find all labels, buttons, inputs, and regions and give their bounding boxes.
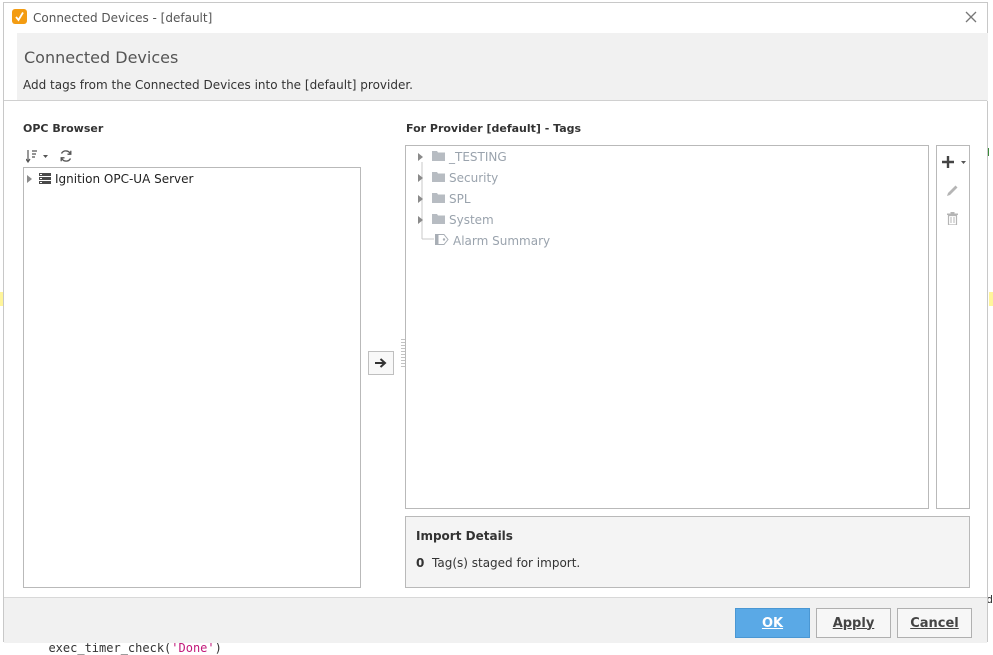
expand-icon[interactable] — [418, 174, 423, 182]
edit-pencil-icon[interactable] — [946, 182, 959, 196]
title-bar: Connected Devices - [default] — [4, 3, 987, 33]
tree-node-label: Alarm Summary — [453, 234, 551, 248]
import-details-title: Import Details — [416, 529, 513, 543]
tree-node-security[interactable]: Security — [418, 169, 498, 187]
import-count: 0 — [416, 556, 425, 570]
cancel-button[interactable]: Cancel — [897, 608, 972, 638]
tree-node-spl[interactable]: SPL — [418, 190, 471, 208]
close-icon[interactable] — [963, 9, 979, 25]
dialog-footer: OK Apply Cancel — [4, 597, 987, 643]
tree-node-opc-server[interactable]: Ignition OPC-UA Server — [27, 170, 193, 188]
provider-tags-label: For Provider [default] - Tags — [406, 122, 582, 135]
tree-node-label: SPL — [449, 192, 471, 206]
page-subtitle: Add tags from the Connected Devices into… — [23, 78, 413, 92]
opc-browser-tree[interactable]: Ignition OPC-UA Server — [23, 167, 361, 588]
provider-tags-tree[interactable]: _TESTING Security SPL System Alarm Summa… — [405, 145, 929, 509]
expand-icon[interactable] — [418, 153, 423, 161]
server-icon — [39, 172, 51, 187]
folder-icon — [432, 171, 445, 185]
header-divider — [4, 100, 987, 101]
ok-button[interactable]: OK — [735, 608, 810, 638]
tag-actions-toolbar — [936, 145, 970, 509]
connected-devices-dialog: Connected Devices - [default] Connected … — [3, 2, 988, 643]
tree-node-label: Security — [449, 171, 499, 185]
tree-node-system[interactable]: System — [418, 211, 494, 229]
arrow-right-icon — [375, 358, 387, 368]
folder-icon — [432, 192, 445, 206]
import-details-panel: Import Details 0 Tag(s) staged for impor… — [405, 516, 970, 588]
background-highlight-right — [989, 292, 993, 306]
opc-browser-label: OPC Browser — [23, 122, 104, 135]
tree-node-label: System — [449, 213, 494, 227]
background-code-line: exec_timer_check('Done') — [34, 641, 222, 655]
apply-button[interactable]: Apply — [816, 608, 891, 638]
refresh-icon[interactable] — [59, 148, 73, 162]
tree-node-label: Ignition OPC-UA Server — [55, 172, 194, 186]
tree-node-testing[interactable]: _TESTING — [418, 148, 507, 166]
folder-icon — [432, 150, 445, 164]
tree-node-label: _TESTING — [449, 150, 507, 164]
app-icon — [12, 9, 27, 24]
expand-icon[interactable] — [418, 195, 423, 203]
sort-icon[interactable] — [25, 148, 52, 164]
add-to-provider-button[interactable] — [368, 351, 394, 375]
page-title: Connected Devices — [24, 48, 179, 67]
window-title: Connected Devices - [default] — [33, 11, 213, 25]
tag-icon — [435, 234, 449, 248]
add-tag-icon[interactable] — [942, 154, 968, 168]
expand-icon[interactable] — [27, 175, 32, 183]
import-status-text: Tag(s) staged for import. — [432, 556, 581, 570]
expand-icon[interactable] — [418, 216, 423, 224]
delete-trash-icon[interactable] — [947, 210, 958, 226]
tree-node-alarm-summary[interactable]: Alarm Summary — [435, 232, 550, 250]
dialog-header: Connected Devices Add tags from the Conn… — [17, 33, 988, 101]
folder-icon — [432, 213, 445, 227]
